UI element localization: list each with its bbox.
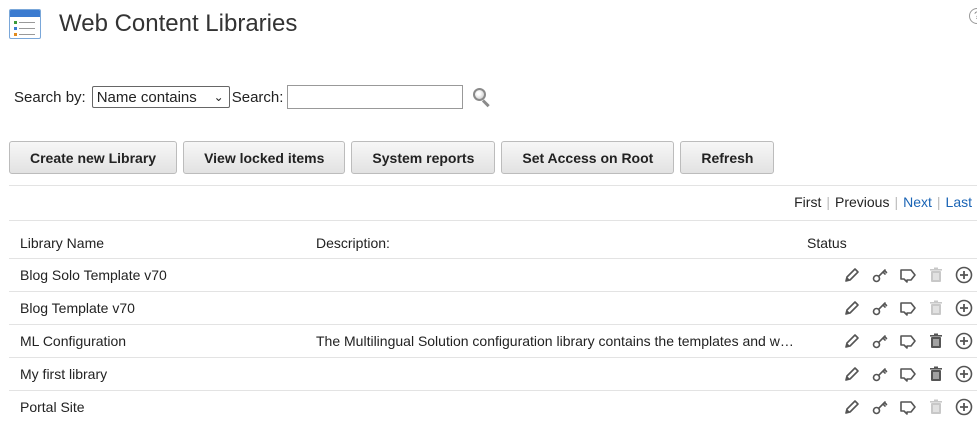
library-name[interactable]: My first library bbox=[9, 366, 306, 382]
library-app-icon bbox=[9, 9, 41, 39]
add-icon[interactable] bbox=[955, 266, 973, 284]
chevron-down-icon: ⌄ bbox=[213, 90, 224, 104]
library-name[interactable]: ML Configuration bbox=[9, 333, 306, 349]
search-icon[interactable] bbox=[473, 88, 491, 108]
col-header-description: Description: bbox=[316, 235, 390, 251]
status-actions bbox=[797, 266, 977, 284]
divider bbox=[9, 220, 977, 221]
tag-icon[interactable] bbox=[899, 365, 917, 383]
trash-icon bbox=[927, 266, 945, 284]
tag-icon[interactable] bbox=[899, 266, 917, 284]
add-icon[interactable] bbox=[955, 398, 973, 416]
edit-icon[interactable] bbox=[843, 332, 861, 350]
library-table: Library Name Description: Status Blog So… bbox=[9, 228, 977, 423]
table-row[interactable]: Blog Template v70 bbox=[9, 291, 977, 324]
tag-icon[interactable] bbox=[899, 332, 917, 350]
pagination: First | Previous | Next | Last bbox=[789, 194, 977, 210]
search-type-value: Name contains bbox=[96, 88, 197, 106]
library-description: The Multilingual Solution configuration … bbox=[316, 333, 797, 349]
edit-icon[interactable] bbox=[843, 266, 861, 284]
pager-previous[interactable]: Previous bbox=[830, 194, 894, 210]
refresh-button[interactable]: Refresh bbox=[680, 141, 775, 174]
pager-first[interactable]: First bbox=[789, 194, 826, 210]
toolbar: Create new Library View locked items Sys… bbox=[9, 141, 775, 174]
pager-next[interactable]: Next bbox=[898, 194, 937, 210]
search-by-label: Search by: bbox=[14, 88, 86, 106]
search-label: Search: bbox=[231, 88, 284, 106]
view-locked-items-button[interactable]: View locked items bbox=[183, 141, 346, 174]
system-reports-button[interactable]: System reports bbox=[351, 141, 496, 174]
table-row[interactable]: ML Configuration The Multilingual Soluti… bbox=[9, 324, 977, 357]
tag-icon[interactable] bbox=[899, 299, 917, 317]
set-access-root-button[interactable]: Set Access on Root bbox=[501, 141, 675, 174]
search-bar: Search by: Name contains ⌄ Search: bbox=[14, 85, 491, 109]
library-name[interactable]: Blog Solo Template v70 bbox=[9, 267, 306, 283]
library-name[interactable]: Blog Template v70 bbox=[9, 300, 306, 316]
key-icon[interactable] bbox=[871, 365, 889, 383]
table-row[interactable]: Blog Solo Template v70 bbox=[9, 258, 977, 291]
status-actions bbox=[797, 365, 977, 383]
table-header: Library Name Description: Status bbox=[9, 228, 977, 258]
help-icon[interactable]: ? bbox=[969, 8, 977, 24]
status-actions bbox=[797, 299, 977, 317]
search-input[interactable] bbox=[287, 85, 464, 109]
page-header: Web Content Libraries bbox=[9, 4, 297, 44]
library-name[interactable]: Portal Site bbox=[9, 399, 306, 415]
table-row[interactable]: Portal Site bbox=[9, 390, 977, 423]
page-title: Web Content Libraries bbox=[59, 10, 298, 37]
trash-icon[interactable] bbox=[927, 332, 945, 350]
create-library-button[interactable]: Create new Library bbox=[9, 141, 178, 174]
key-icon[interactable] bbox=[871, 299, 889, 317]
add-icon[interactable] bbox=[955, 299, 973, 317]
add-icon[interactable] bbox=[955, 365, 973, 383]
divider bbox=[9, 185, 977, 186]
edit-icon[interactable] bbox=[843, 398, 861, 416]
col-header-name: Library Name bbox=[20, 235, 105, 251]
key-icon[interactable] bbox=[871, 266, 889, 284]
pager-last[interactable]: Last bbox=[941, 194, 977, 210]
table-row[interactable]: My first library bbox=[9, 357, 977, 390]
key-icon[interactable] bbox=[871, 332, 889, 350]
edit-icon[interactable] bbox=[843, 365, 861, 383]
search-type-select[interactable]: Name contains ⌄ bbox=[91, 86, 230, 108]
key-icon[interactable] bbox=[871, 398, 889, 416]
edit-icon[interactable] bbox=[843, 299, 861, 317]
status-actions bbox=[797, 332, 977, 350]
trash-icon bbox=[927, 299, 945, 317]
trash-icon[interactable] bbox=[927, 365, 945, 383]
col-header-status: Status bbox=[807, 235, 847, 251]
trash-icon bbox=[927, 398, 945, 416]
status-actions bbox=[797, 398, 977, 416]
add-icon[interactable] bbox=[955, 332, 973, 350]
tag-icon[interactable] bbox=[899, 398, 917, 416]
